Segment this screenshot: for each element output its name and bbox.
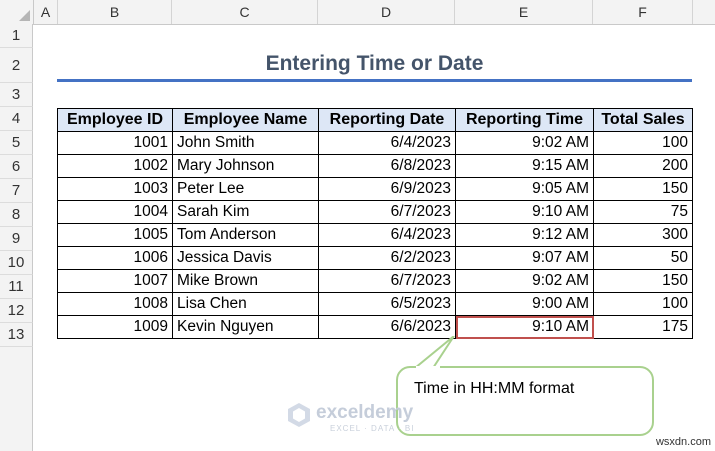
- row-header-9[interactable]: 9: [0, 227, 33, 251]
- cell-employee-id[interactable]: 1001: [57, 131, 173, 155]
- column-header-d[interactable]: D: [318, 0, 455, 24]
- cell-employee-name[interactable]: Sarah Kim: [172, 200, 319, 224]
- select-all-corner[interactable]: [0, 0, 34, 24]
- employee-table: Employee ID Employee Name Reporting Date…: [57, 108, 693, 339]
- watermark-brand: exceldemy: [316, 402, 414, 423]
- table-row: 1006 Jessica Davis 6/2/2023 9:07 AM 50: [57, 246, 693, 270]
- cell-reporting-date[interactable]: 6/4/2023: [318, 131, 456, 155]
- column-header-e[interactable]: E: [455, 0, 593, 24]
- table-row: 1007 Mike Brown 6/7/2023 9:02 AM 150: [57, 269, 693, 293]
- cell-reporting-time[interactable]: 9:10 AM: [455, 200, 594, 224]
- cell-employee-id[interactable]: 1009: [57, 315, 173, 339]
- column-header-a[interactable]: A: [34, 0, 58, 24]
- cell-reporting-date[interactable]: 6/4/2023: [318, 223, 456, 247]
- table-row: 1001 John Smith 6/4/2023 9:02 AM 100: [57, 131, 693, 155]
- exceldemy-logo-icon: [288, 403, 310, 427]
- title-underline: [57, 79, 692, 82]
- row-header-8[interactable]: 8: [0, 203, 33, 227]
- cell-employee-name[interactable]: Lisa Chen: [172, 292, 319, 316]
- column-header-c[interactable]: C: [172, 0, 318, 24]
- row-header-3[interactable]: 3: [0, 83, 33, 107]
- cell-reporting-time[interactable]: 9:00 AM: [455, 292, 594, 316]
- header-reporting-time[interactable]: Reporting Time: [455, 108, 594, 132]
- cell-employee-id[interactable]: 1005: [57, 223, 173, 247]
- column-header-bar: A B C D E F: [0, 0, 715, 25]
- column-header-b[interactable]: B: [58, 0, 172, 24]
- select-all-triangle-icon: [19, 10, 30, 21]
- cell-reporting-date[interactable]: 6/7/2023: [318, 200, 456, 224]
- row-header-12[interactable]: 12: [0, 299, 33, 323]
- table-header-row: Employee ID Employee Name Reporting Date…: [57, 108, 693, 132]
- cell-total-sales[interactable]: 100: [593, 131, 693, 155]
- cell-employee-name[interactable]: John Smith: [172, 131, 319, 155]
- row-header-6[interactable]: 6: [0, 155, 33, 179]
- cell-reporting-time[interactable]: 9:15 AM: [455, 154, 594, 178]
- table-row: 1005 Tom Anderson 6/4/2023 9:12 AM 300: [57, 223, 693, 247]
- cell-total-sales[interactable]: 175: [593, 315, 693, 339]
- row-header-filler: [0, 347, 33, 451]
- table-row: 1009 Kevin Nguyen 6/6/2023 9:10 AM 175: [57, 315, 693, 339]
- cell-total-sales[interactable]: 300: [593, 223, 693, 247]
- cell-total-sales[interactable]: 50: [593, 246, 693, 270]
- table-row: 1002 Mary Johnson 6/8/2023 9:15 AM 200: [57, 154, 693, 178]
- table-row: 1008 Lisa Chen 6/5/2023 9:00 AM 100: [57, 292, 693, 316]
- table-row: 1004 Sarah Kim 6/7/2023 9:10 AM 75: [57, 200, 693, 224]
- header-reporting-date[interactable]: Reporting Date: [318, 108, 456, 132]
- cell-reporting-date[interactable]: 6/8/2023: [318, 154, 456, 178]
- row-header-5[interactable]: 5: [0, 131, 33, 155]
- cell-employee-id[interactable]: 1007: [57, 269, 173, 293]
- column-header-f[interactable]: F: [593, 0, 693, 24]
- cell-total-sales[interactable]: 200: [593, 154, 693, 178]
- sheet-title: Entering Time or Date: [265, 52, 484, 75]
- row-header-1[interactable]: 1: [0, 24, 33, 48]
- row-header-4[interactable]: 4: [0, 107, 33, 131]
- cell-reporting-date[interactable]: 6/7/2023: [318, 269, 456, 293]
- cell-employee-id[interactable]: 1004: [57, 200, 173, 224]
- table-row: 1003 Peter Lee 6/9/2023 9:05 AM 150: [57, 177, 693, 201]
- callout-pointer-icon: [412, 336, 455, 369]
- row-header-2[interactable]: 2: [0, 48, 33, 83]
- cell-reporting-date[interactable]: 6/9/2023: [318, 177, 456, 201]
- cell-reporting-time[interactable]: 9:12 AM: [455, 223, 594, 247]
- cell-reporting-time[interactable]: 9:05 AM: [455, 177, 594, 201]
- cell-reporting-time-selected[interactable]: 9:10 AM: [455, 315, 594, 339]
- callout-box: Time in HH:MM format: [396, 366, 654, 436]
- cell-employee-name[interactable]: Jessica Davis: [172, 246, 319, 270]
- cell-reporting-date[interactable]: 6/5/2023: [318, 292, 456, 316]
- header-employee-id[interactable]: Employee ID: [57, 108, 173, 132]
- row-header-7[interactable]: 7: [0, 179, 33, 203]
- site-tag: wsxdn.com: [655, 436, 711, 448]
- cell-employee-name[interactable]: Tom Anderson: [172, 223, 319, 247]
- row-header-11[interactable]: 11: [0, 275, 33, 299]
- cell-employee-id[interactable]: 1003: [57, 177, 173, 201]
- cell-reporting-time[interactable]: 9:02 AM: [455, 131, 594, 155]
- cell-employee-id[interactable]: 1002: [57, 154, 173, 178]
- cell-employee-name[interactable]: Mary Johnson: [172, 154, 319, 178]
- cell-employee-name[interactable]: Mike Brown: [172, 269, 319, 293]
- cell-total-sales[interactable]: 150: [593, 177, 693, 201]
- cell-employee-name[interactable]: Kevin Nguyen: [172, 315, 319, 339]
- row-header-13[interactable]: 13: [0, 323, 33, 347]
- cell-employee-id[interactable]: 1006: [57, 246, 173, 270]
- cell-employee-name[interactable]: Peter Lee: [172, 177, 319, 201]
- cell-total-sales[interactable]: 100: [593, 292, 693, 316]
- row-header-10[interactable]: 10: [0, 251, 33, 275]
- spreadsheet: A B C D E F 1 2 3 4 5 6 7 8 9 10 11 12 1…: [0, 0, 715, 451]
- cell-total-sales[interactable]: 150: [593, 269, 693, 293]
- cell-reporting-time[interactable]: 9:02 AM: [455, 269, 594, 293]
- watermark-tagline: EXCEL · DATA · BI: [330, 424, 415, 433]
- cell-reporting-date[interactable]: 6/2/2023: [318, 246, 456, 270]
- header-total-sales[interactable]: Total Sales: [593, 108, 693, 132]
- callout-text: Time in HH:MM format: [414, 380, 575, 397]
- cell-reporting-time[interactable]: 9:07 AM: [455, 246, 594, 270]
- cell-total-sales[interactable]: 75: [593, 200, 693, 224]
- callout-seam: [416, 366, 440, 369]
- cell-employee-id[interactable]: 1008: [57, 292, 173, 316]
- header-employee-name[interactable]: Employee Name: [172, 108, 319, 132]
